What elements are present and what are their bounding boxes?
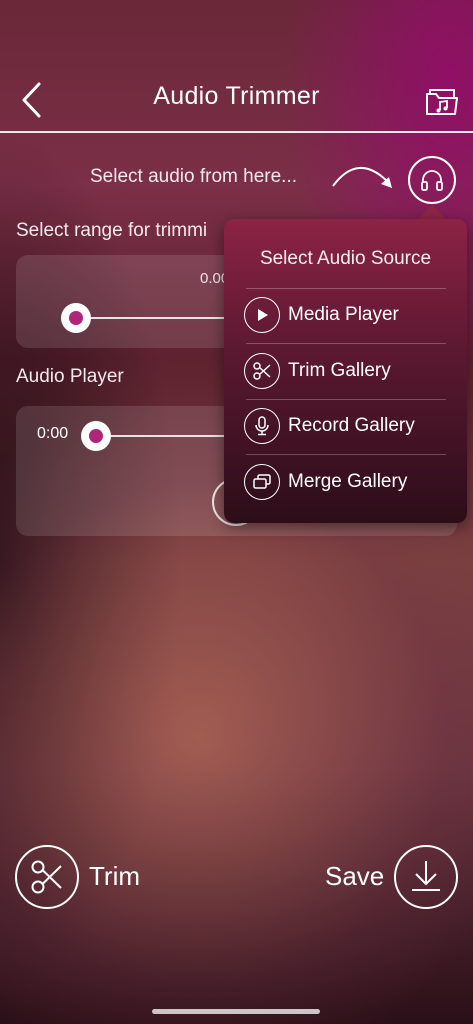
page-title: Audio Trimmer: [153, 82, 320, 110]
scissors-icon: [31, 860, 62, 894]
menu-item-label: Trim Gallery: [288, 360, 391, 381]
menu-divider: [246, 288, 446, 289]
headphones-icon: [421, 170, 443, 191]
audio-player-label: Audio Player: [16, 366, 124, 387]
home-indicator[interactable]: [152, 1009, 320, 1014]
player-current-time: 0:00: [37, 425, 69, 442]
trim-range-track[interactable]: [76, 317, 226, 319]
merge-icon: [244, 464, 280, 500]
trim-button[interactable]: [15, 845, 79, 909]
music-folder-icon: [426, 89, 458, 115]
audio-source-menu-title: Select Audio Source: [259, 248, 432, 269]
menu-divider: [246, 343, 446, 344]
curved-arrow-icon: [330, 158, 396, 194]
select-audio-hint: Select audio from here...: [90, 166, 297, 187]
scissors-icon: [244, 353, 280, 389]
music-folder-button[interactable]: [424, 86, 460, 118]
save-label[interactable]: Save: [325, 861, 384, 892]
player-seek-track[interactable]: [96, 435, 226, 437]
menu-item-merge-gallery[interactable]: Merge Gallery: [244, 462, 454, 502]
menu-item-label: Merge Gallery: [288, 471, 408, 492]
trim-range-start-handle[interactable]: [61, 303, 91, 333]
header-divider: [0, 131, 473, 133]
menu-divider: [246, 399, 446, 400]
menu-item-trim-gallery[interactable]: Trim Gallery: [244, 351, 454, 391]
menu-item-label: Record Gallery: [288, 415, 415, 436]
player-seek-handle[interactable]: [81, 421, 111, 451]
menu-item-label: Media Player: [288, 304, 399, 325]
play-icon: [244, 297, 280, 333]
trim-label[interactable]: Trim: [89, 861, 140, 892]
menu-pointer: [418, 204, 446, 220]
select-audio-source-button[interactable]: [408, 156, 456, 204]
trim-range-label: Select range for trimmi: [16, 220, 208, 241]
menu-divider: [246, 454, 446, 455]
microphone-icon: [244, 408, 280, 444]
download-icon: [412, 861, 440, 891]
menu-item-media-player[interactable]: Media Player: [244, 295, 454, 335]
menu-item-record-gallery[interactable]: Record Gallery: [244, 406, 454, 446]
save-button[interactable]: [394, 845, 458, 909]
